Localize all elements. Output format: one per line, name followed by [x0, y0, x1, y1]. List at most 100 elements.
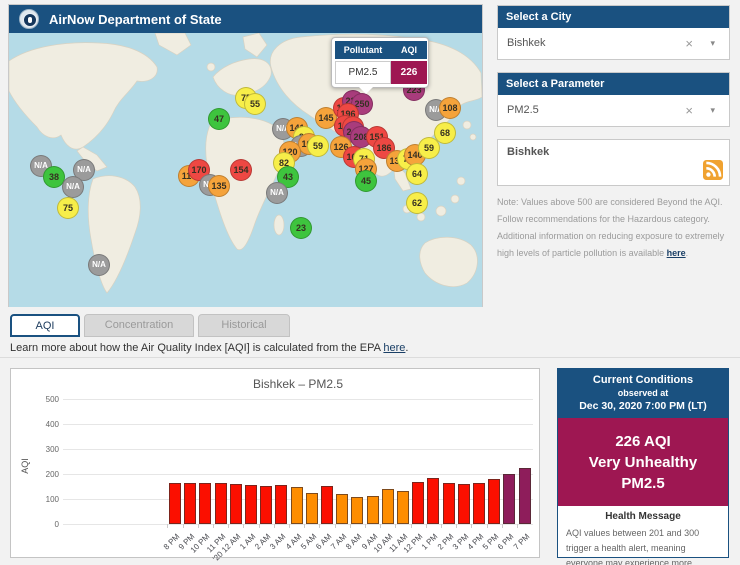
ytick-0: 0	[54, 520, 59, 529]
bar-10pm[interactable]	[199, 483, 212, 524]
gridline-500	[63, 399, 533, 400]
aqi-marker-135[interactable]: 135	[208, 175, 230, 197]
city-dropdown[interactable]: Bishkek × ▾	[498, 28, 729, 59]
bar-4am[interactable]	[290, 487, 303, 524]
current-conditions-panel: Current Conditions observed at Dec 30, 2…	[557, 368, 729, 565]
select-parameter-header: Select a Parameter	[498, 73, 729, 95]
bar-7pm[interactable]	[518, 467, 531, 524]
xtick	[213, 524, 214, 528]
current-aqi-category: Very Unhealthy	[588, 454, 698, 471]
current-conditions-title: Current Conditions	[592, 374, 694, 386]
page: AirNow Department of State N/A 38 N/A N/…	[0, 0, 740, 565]
chart-title: Bishkek – PM2.5	[252, 377, 344, 391]
health-message-section: Health Message AQI values between 201 an…	[558, 506, 728, 565]
ytick-400: 400	[45, 420, 59, 429]
bar-5pm[interactable]	[488, 478, 501, 524]
aqi-marker-108[interactable]: 108	[439, 97, 461, 119]
aqi-marker-75[interactable]: 75	[57, 197, 79, 219]
xtick	[228, 524, 230, 528]
parameter-caret-icon[interactable]: ▾	[710, 95, 715, 126]
popup-aqi-value: 226	[391, 61, 427, 84]
aqi-marker-23[interactable]: 23	[290, 217, 312, 239]
select-city-header: Select a City	[498, 6, 729, 28]
bar-9am[interactable]	[366, 495, 379, 524]
observed-datetime: Dec 30, 2020 7:00 PM (LT)	[579, 400, 707, 412]
bar-4pm[interactable]	[473, 483, 485, 524]
ytick-500: 500	[45, 395, 59, 404]
bar-12pm[interactable]	[412, 481, 425, 524]
xtick	[486, 524, 488, 528]
aqi-marker-154[interactable]: 154	[230, 159, 252, 181]
bar-10am[interactable]	[381, 489, 394, 524]
app-title: AirNow Department of State	[49, 11, 222, 27]
xtick	[517, 524, 518, 528]
bar-8am[interactable]	[351, 496, 364, 524]
bar-5am[interactable]	[305, 493, 318, 524]
xtick	[289, 524, 290, 528]
current-aqi-parameter: PM2.5	[621, 475, 665, 492]
bar-2am[interactable]	[260, 485, 273, 524]
bar-2pm[interactable]	[442, 482, 455, 524]
bar-1pm[interactable]	[427, 477, 440, 524]
tab-concentration[interactable]: Concentration	[84, 314, 194, 337]
bar-6pm[interactable]	[503, 473, 516, 524]
popup-pollutant-header: Pollutant	[335, 41, 391, 59]
note-here-link[interactable]: here	[667, 248, 686, 258]
rss-icon[interactable]	[703, 160, 723, 180]
select-city-panel: Select a City Bishkek × ▾	[497, 5, 730, 60]
xtick	[441, 524, 442, 528]
observed-at-label: observed at	[617, 388, 669, 398]
city-clear-icon[interactable]: ×	[685, 28, 693, 59]
city-feed-box: Bishkek	[497, 139, 730, 186]
xtick	[501, 524, 503, 528]
chart-ylabel: AQI	[19, 458, 30, 474]
map-panel: AirNow Department of State N/A 38 N/A N/…	[8, 4, 483, 307]
city-caret-icon[interactable]: ▾	[710, 28, 715, 59]
aqi-note: Note: Values above 500 are considered Be…	[497, 197, 725, 258]
aqi-marker-n/a[interactable]: N/A	[88, 254, 110, 276]
xtick	[258, 524, 260, 528]
xtick	[273, 524, 275, 528]
tab-aqi[interactable]: AQI	[10, 314, 80, 337]
bar-8pm[interactable]	[169, 482, 181, 524]
aqi-marker-45[interactable]: 45	[355, 170, 377, 192]
aqi-marker-n/a[interactable]: N/A	[62, 176, 84, 198]
aqi-marker-55[interactable]: 55	[244, 93, 266, 115]
parameter-dropdown[interactable]: PM2.5 × ▾	[498, 95, 729, 126]
chart-plot-area: 0 100 200 300 400 500 8 PM 9 PM 10 PM 11 PM '20 12…	[46, 395, 533, 563]
parameter-clear-icon[interactable]: ×	[685, 95, 693, 126]
bar-11am[interactable]	[397, 491, 409, 524]
map-header: AirNow Department of State	[9, 5, 482, 33]
learn-more-here-link[interactable]: here	[383, 342, 405, 354]
popup-arrow	[358, 86, 374, 94]
xtick	[349, 524, 351, 528]
bar-7am[interactable]	[336, 493, 349, 524]
bar-11pm[interactable]	[214, 483, 227, 524]
xtick	[365, 524, 366, 528]
aqi-marker-59[interactable]: 59	[307, 135, 329, 157]
ytick-100: 100	[45, 495, 59, 504]
world-map[interactable]: N/A38N/AN/A75N/A477555115170N/A13515423N…	[9, 33, 482, 307]
bar-6am[interactable]	[321, 486, 333, 524]
bar-3am[interactable]	[275, 485, 288, 524]
bar-3pm[interactable]	[457, 484, 470, 524]
bar-9pm[interactable]	[184, 482, 197, 524]
dos-seal-icon	[19, 9, 39, 29]
aqi-marker-68[interactable]: 68	[434, 122, 456, 144]
gridline-400	[63, 424, 533, 425]
aqi-marker-n/a[interactable]: N/A	[266, 182, 288, 204]
aqi-marker-47[interactable]: 47	[208, 108, 230, 130]
bar-1am[interactable]	[245, 485, 257, 524]
aqi-marker-62[interactable]: 62	[406, 192, 428, 214]
health-message-text: AQI values between 201 and 300 trigger a…	[566, 528, 700, 565]
xtick	[167, 524, 169, 528]
ytick-300: 300	[45, 445, 59, 454]
bar-2012am[interactable]	[229, 484, 242, 524]
city-dropdown-value: Bishkek	[507, 37, 546, 49]
current-aqi-block: 226 AQI Very Unhealthy PM2.5	[558, 418, 728, 506]
select-parameter-panel: Select a Parameter PM2.5 × ▾	[497, 72, 730, 127]
tab-historical[interactable]: Historical	[198, 314, 290, 337]
aqi-chart-panel: Bishkek – PM2.5 AQI 0 100 200 300 400 500 8 PM…	[10, 368, 540, 563]
aqi-marker-64[interactable]: 64	[406, 163, 428, 185]
popup-pollutant-value: PM2.5	[335, 61, 391, 84]
